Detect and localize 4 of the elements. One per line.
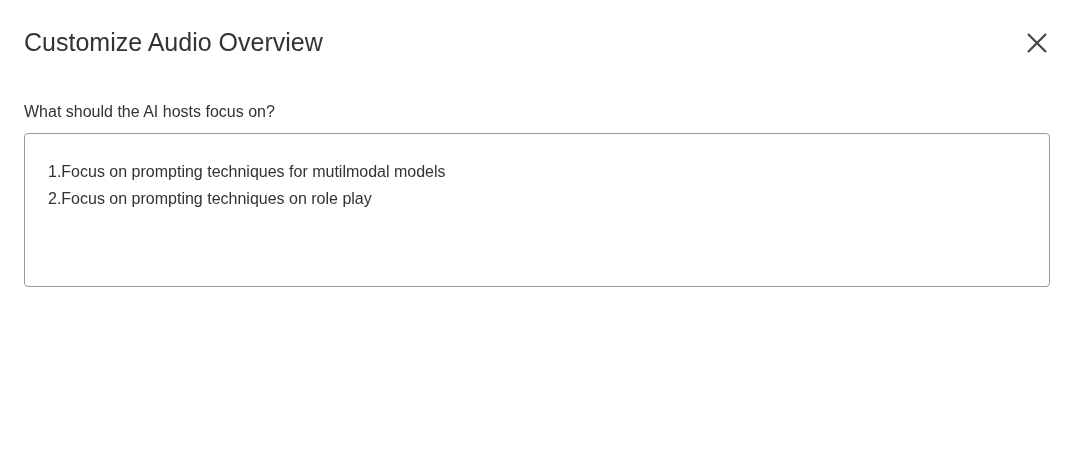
- close-icon: [1026, 31, 1048, 54]
- field-label: What should the AI hosts focus on?: [24, 103, 276, 121]
- dialog-title: Customize Audio Overview: [24, 28, 323, 57]
- input-field[interactable]: 1.Focus on prompting techniques for mutilmodal models 2.Focus on prompting techniques on role play: [24, 133, 1050, 287]
